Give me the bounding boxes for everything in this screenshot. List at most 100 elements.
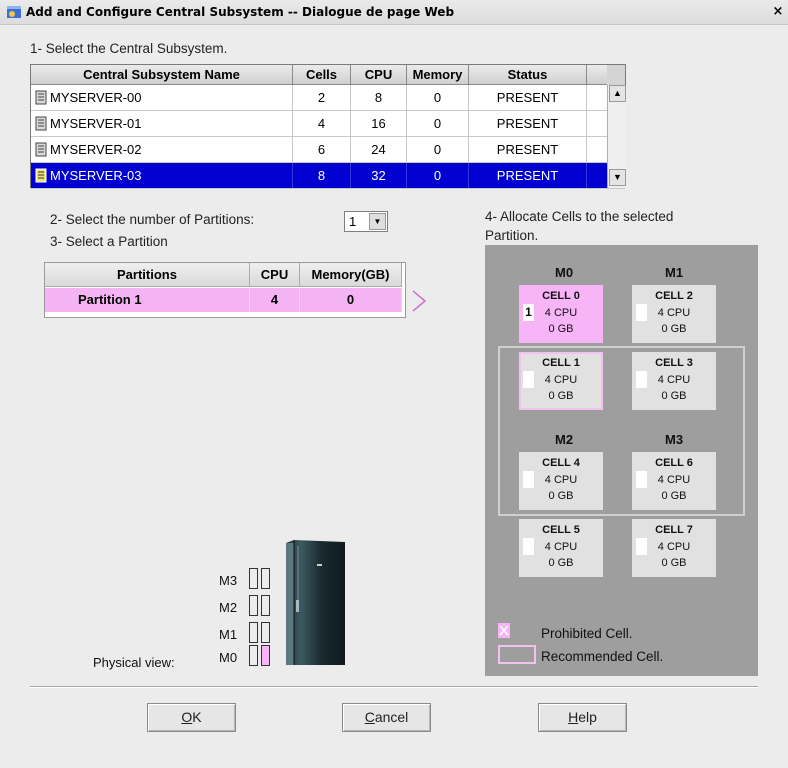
cell-name: CELL 4 <box>542 457 580 469</box>
row-cpu: 24 <box>351 137 407 162</box>
step3-label: 3- Select a Partition <box>50 234 168 249</box>
partitions-table: Partitions CPU Memory(GB) Partition 1 4 … <box>44 262 406 318</box>
cell-memory: 0 GB <box>661 390 687 402</box>
step4-label-line2: Partition. <box>485 228 539 243</box>
step2-label: 2- Select the number of Partitions: <box>50 212 255 227</box>
table-row[interactable]: MYSERVER-01 4 16 0 PRESENT <box>31 111 625 137</box>
module-label-m1: M1 <box>665 265 684 280</box>
table-row[interactable]: MYSERVER-00 2 8 0 PRESENT <box>31 85 625 111</box>
column-header-name[interactable]: Central Subsystem Name <box>31 65 293 85</box>
chevron-down-icon[interactable]: ▼ <box>369 213 386 230</box>
cell-name: CELL 6 <box>655 457 693 469</box>
cell-1[interactable]: CELL 1 4 CPU 0 GB <box>519 352 603 410</box>
table-row[interactable]: MYSERVER-02 6 24 0 PRESENT <box>31 137 625 163</box>
step1-label: 1- Select the Central Subsystem. <box>30 41 228 56</box>
scroll-up-button[interactable]: ▲ <box>609 85 626 102</box>
row-cpu: 16 <box>351 111 407 136</box>
cell-slot <box>636 371 647 388</box>
cell-7[interactable]: CELL 7 4 CPU 0 GB <box>632 519 716 577</box>
phys-module-label-m1: M1 <box>219 627 238 642</box>
subsystem-table-header: Central Subsystem Name Cells CPU Memory … <box>31 65 625 85</box>
row-name: MYSERVER-01 <box>50 116 142 131</box>
module-label-m2: M2 <box>555 432 574 447</box>
server-icon <box>35 116 47 131</box>
cell-slot <box>636 538 647 555</box>
phys-slot <box>249 645 258 666</box>
row-memory: 0 <box>407 85 469 110</box>
phys-module-label-m3: M3 <box>219 573 238 588</box>
phys-slot <box>249 595 258 616</box>
row-status: PRESENT <box>469 85 587 110</box>
phys-module-label-m0: M0 <box>219 650 238 665</box>
column-header-cpu: CPU <box>250 263 300 287</box>
partition-count-value: 1 <box>349 214 357 229</box>
help-button[interactable]: Help <box>538 703 627 732</box>
column-header-spacer <box>587 65 607 85</box>
cell-memory: 0 GB <box>548 490 574 502</box>
partitions-table-header: Partitions CPU Memory(GB) <box>45 263 405 287</box>
phys-slot <box>261 568 270 589</box>
column-header-memory[interactable]: Memory <box>407 65 469 85</box>
column-header-status[interactable]: Status <box>469 65 587 85</box>
phys-slot <box>249 568 258 589</box>
physical-view-label: Physical view: <box>93 655 175 670</box>
cell-3[interactable]: CELL 3 4 CPU 0 GB <box>632 352 716 410</box>
cell-slot <box>523 471 534 488</box>
cell-slot <box>523 371 534 388</box>
cell-slot: 1 <box>523 304 534 321</box>
cell-memory: 0 GB <box>661 490 687 502</box>
cell-name: CELL 0 <box>542 290 580 302</box>
column-header-partitions: Partitions <box>45 263 250 287</box>
table-scrollbar[interactable]: ▲ ▼ <box>607 85 626 188</box>
partition-count-select[interactable]: 1 ▼ <box>344 211 388 232</box>
table-row-selected[interactable]: MYSERVER-03 8 32 0 PRESENT <box>31 163 625 189</box>
module-label-m0: M0 <box>555 265 574 280</box>
close-button[interactable]: × <box>770 3 786 21</box>
subsystem-table: Central Subsystem Name Cells CPU Memory … <box>30 64 626 189</box>
row-status: PRESENT <box>469 163 587 188</box>
cell-0[interactable]: CELL 0 4 CPU 0 GB 1 <box>519 285 603 343</box>
cell-slot <box>636 471 647 488</box>
scroll-down-button[interactable]: ▼ <box>609 169 626 186</box>
phys-slot <box>249 622 258 643</box>
row-name: MYSERVER-00 <box>50 90 142 105</box>
row-memory: 0 <box>407 111 469 136</box>
row-cells: 8 <box>293 163 351 188</box>
cell-4[interactable]: CELL 4 4 CPU 0 GB <box>519 452 603 510</box>
cell-name: CELL 1 <box>542 357 580 369</box>
row-name: MYSERVER-02 <box>50 142 142 157</box>
server-cabinet-image <box>286 540 345 665</box>
cell-name: CELL 3 <box>655 357 693 369</box>
partition-row[interactable]: Partition 1 4 0 <box>45 288 405 312</box>
cell-memory: 0 GB <box>661 323 687 335</box>
step4-label: 4- Allocate Cells to the selected <box>485 209 674 224</box>
chevron-right-icon <box>412 290 427 312</box>
cell-name: CELL 5 <box>542 524 580 536</box>
cell-memory: 0 GB <box>661 557 687 569</box>
partition-memory: 0 <box>300 288 402 312</box>
row-status: PRESENT <box>469 111 587 136</box>
cell-allocation-panel: M0 M1 CELL 0 4 CPU 0 GB 1 CELL 2 4 CPU 0… <box>485 245 758 676</box>
row-memory: 0 <box>407 163 469 188</box>
cancel-button[interactable]: Cancel <box>342 703 431 732</box>
prohibited-cell-icon <box>498 623 510 638</box>
ie-app-icon <box>7 6 21 18</box>
cell-slot <box>523 538 534 555</box>
phys-slot-selected <box>261 645 270 666</box>
cell-slot <box>636 304 647 321</box>
ok-button[interactable]: OK <box>147 703 236 732</box>
row-cpu: 32 <box>351 163 407 188</box>
phys-slot <box>261 595 270 616</box>
prohibited-cell-legend: Prohibited Cell. <box>541 626 633 641</box>
cell-2[interactable]: CELL 2 4 CPU 0 GB <box>632 285 716 343</box>
cell-6[interactable]: CELL 6 4 CPU 0 GB <box>632 452 716 510</box>
phys-slot <box>261 622 270 643</box>
row-cells: 4 <box>293 111 351 136</box>
phys-module-label-m2: M2 <box>219 600 238 615</box>
title-bar: Add and Configure Central Subsystem -- D… <box>0 0 788 25</box>
column-header-cells[interactable]: Cells <box>293 65 351 85</box>
column-header-cpu[interactable]: CPU <box>351 65 407 85</box>
cell-5[interactable]: CELL 5 4 CPU 0 GB <box>519 519 603 577</box>
cell-name: CELL 2 <box>655 290 693 302</box>
partition-name: Partition 1 <box>45 288 250 312</box>
